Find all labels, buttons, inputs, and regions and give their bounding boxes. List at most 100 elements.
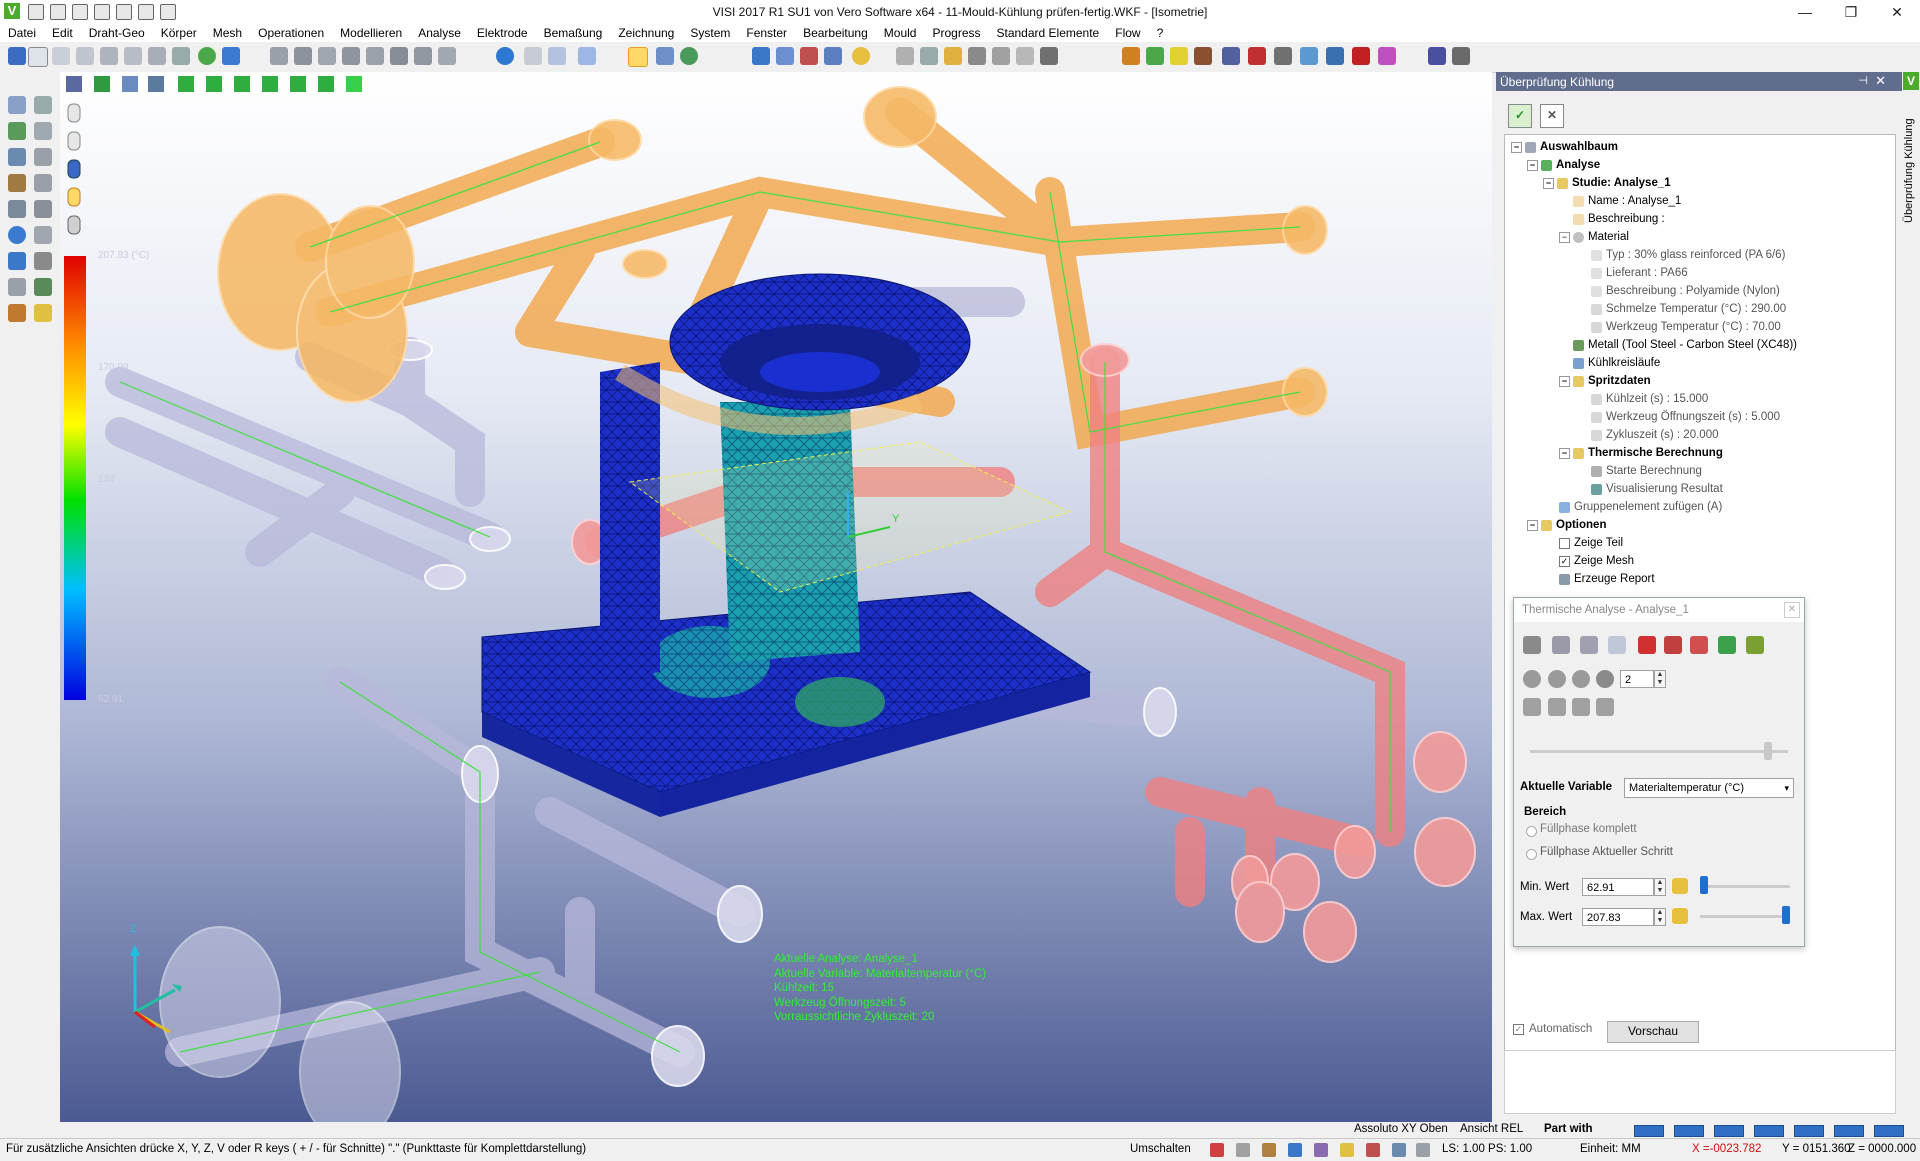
refresh-icon[interactable] bbox=[496, 47, 514, 65]
gradient-icon[interactable] bbox=[1664, 636, 1682, 654]
tree-item-optionen[interactable]: − Optionen bbox=[1527, 517, 1606, 534]
tplug-icon[interactable] bbox=[1352, 47, 1370, 65]
min-spinner[interactable]: ▲ ▼ bbox=[1654, 878, 1666, 896]
time-slider[interactable] bbox=[1530, 750, 1788, 753]
panel-close-button[interactable]: ✕ bbox=[1875, 73, 1886, 89]
zeige-mesh-checkbox[interactable]: ✓ bbox=[1559, 556, 1570, 567]
view-button-2[interactable] bbox=[1674, 1125, 1704, 1137]
delete-icon[interactable] bbox=[172, 47, 190, 65]
step-field[interactable]: 2 bbox=[1620, 670, 1654, 688]
folder-icon[interactable] bbox=[944, 47, 962, 65]
tree-item-beschreibung[interactable]: Beschreibung : bbox=[1573, 211, 1665, 228]
assoluto-label[interactable]: Assoluto XY Oben bbox=[1354, 1123, 1448, 1135]
table-icon[interactable] bbox=[1552, 636, 1570, 654]
pause-icon[interactable] bbox=[1572, 670, 1590, 688]
cylinder3-icon[interactable] bbox=[578, 47, 596, 65]
max-slider[interactable] bbox=[1700, 915, 1790, 918]
restore-button[interactable]: ❐ bbox=[1828, 0, 1874, 24]
analyze-icon[interactable] bbox=[824, 47, 842, 65]
collapse-icon[interactable]: − bbox=[1527, 520, 1538, 531]
max-spinner[interactable]: ▲ ▼ bbox=[1654, 908, 1666, 926]
tree-item-studie[interactable]: − Studie: Analyse_1 bbox=[1543, 175, 1671, 192]
cyl-icon-2[interactable] bbox=[67, 131, 81, 151]
menu-zeichnung[interactable]: Zeichnung bbox=[610, 24, 682, 42]
menu-mesh[interactable]: Mesh bbox=[205, 24, 250, 42]
mould-plate-icon[interactable] bbox=[1146, 47, 1164, 65]
tree-item-name[interactable]: Name : Analyse_1 bbox=[1573, 193, 1681, 210]
stop-icon[interactable] bbox=[1548, 670, 1566, 688]
radio-fuellphase-komplett[interactable] bbox=[1526, 826, 1537, 837]
view-button-3[interactable] bbox=[1714, 1125, 1744, 1137]
view-button-5[interactable] bbox=[1794, 1125, 1824, 1137]
paste-icon[interactable] bbox=[148, 47, 166, 65]
cube-view7-icon[interactable] bbox=[414, 47, 432, 65]
menu-lines-icon[interactable] bbox=[66, 76, 82, 92]
pick-min-icon[interactable] bbox=[1672, 878, 1688, 894]
tree-item-analyse[interactable]: − Analyse bbox=[1527, 157, 1600, 174]
cyl-icon-4[interactable] bbox=[67, 187, 81, 207]
menu-fenster[interactable]: Fenster bbox=[738, 24, 795, 42]
save-icon[interactable] bbox=[76, 47, 94, 65]
rotate-view-icon[interactable] bbox=[1572, 698, 1590, 716]
save-as-icon[interactable] bbox=[100, 47, 118, 65]
tree-item-schmelze-temperatur[interactable]: Schmelze Temperatur (°C) : 290.00 bbox=[1591, 301, 1786, 318]
tree-item-zeige-teil[interactable]: Zeige Teil bbox=[1559, 535, 1623, 552]
view-button-1[interactable] bbox=[1634, 1125, 1664, 1137]
ok-button[interactable]: ✓ bbox=[1508, 104, 1532, 128]
axis-move-icon[interactable] bbox=[1548, 698, 1566, 716]
view-cube4-icon[interactable] bbox=[262, 76, 278, 92]
umschalten-button[interactable]: Umschalten bbox=[1130, 1143, 1191, 1155]
menu-modellieren[interactable]: Modellieren bbox=[332, 24, 410, 42]
view-button-7[interactable] bbox=[1874, 1125, 1904, 1137]
open-icon[interactable] bbox=[52, 47, 70, 65]
automatisch-checkbox[interactable]: ✓ bbox=[1513, 1024, 1524, 1035]
tree-item-thermische-berechnung[interactable]: − Thermische Berechnung bbox=[1559, 445, 1723, 462]
layers2-icon[interactable] bbox=[1016, 47, 1034, 65]
baffle-icon[interactable] bbox=[1378, 47, 1396, 65]
collapse-icon[interactable]: − bbox=[1559, 448, 1570, 459]
menu-standard-elemente[interactable]: Standard Elemente bbox=[989, 24, 1108, 42]
offset-icon[interactable] bbox=[34, 148, 52, 166]
color-status-icon[interactable] bbox=[1340, 1143, 1354, 1157]
eraser-icon[interactable] bbox=[34, 174, 52, 192]
pen-icon[interactable] bbox=[8, 174, 26, 192]
dimension-icon[interactable] bbox=[34, 252, 52, 270]
cube-view6-icon[interactable] bbox=[390, 47, 408, 65]
cylinder-active-icon[interactable] bbox=[628, 47, 648, 67]
tree-item-werkzeug-temperatur[interactable]: Werkzeug Temperatur (°C) : 70.00 bbox=[1591, 319, 1781, 336]
snap-icon[interactable] bbox=[1210, 1143, 1224, 1157]
tree-item-starte-berechnung[interactable]: Starte Berechnung bbox=[1591, 463, 1702, 480]
view-cube6-icon[interactable] bbox=[318, 76, 334, 92]
menu-edit[interactable]: Edit bbox=[44, 24, 81, 42]
shade-icon[interactable] bbox=[122, 76, 138, 92]
style-status-icon[interactable] bbox=[1366, 1143, 1380, 1157]
menu-koerper[interactable]: Körper bbox=[153, 24, 205, 42]
view-cube2-icon[interactable] bbox=[206, 76, 222, 92]
scale-icon[interactable] bbox=[8, 148, 26, 166]
radio-fuellphase-schritt[interactable] bbox=[1526, 849, 1537, 860]
info-icon[interactable] bbox=[852, 47, 870, 65]
tools-icon[interactable] bbox=[1452, 47, 1470, 65]
table-status-icon[interactable] bbox=[1416, 1143, 1430, 1157]
ortho-icon[interactable] bbox=[1236, 1143, 1250, 1157]
min-value-field[interactable]: 62.91 bbox=[1582, 878, 1654, 896]
arc-icon[interactable] bbox=[34, 122, 52, 140]
cylinder2-icon[interactable] bbox=[548, 47, 566, 65]
cube-view-icon[interactable] bbox=[270, 47, 288, 65]
slider-icon[interactable] bbox=[1194, 47, 1212, 65]
menu-bemassung[interactable]: Bemaßung bbox=[536, 24, 611, 42]
view-cube3-icon[interactable] bbox=[234, 76, 250, 92]
tree-item-material-beschreibung[interactable]: Beschreibung : Polyamide (Nylon) bbox=[1591, 283, 1780, 300]
ejector-icon[interactable] bbox=[1248, 47, 1266, 65]
mould-box-icon[interactable] bbox=[1122, 47, 1140, 65]
menu-progress[interactable]: Progress bbox=[924, 24, 988, 42]
tree-item-erzeuge-report[interactable]: Erzeuge Report bbox=[1559, 571, 1655, 588]
variable-select[interactable]: Materialtemperatur (°C) ▾ bbox=[1624, 778, 1794, 798]
step-spinner[interactable]: ▲ ▼ bbox=[1654, 670, 1666, 688]
cyl-icon-3[interactable] bbox=[67, 159, 81, 179]
hose-icon[interactable] bbox=[1326, 47, 1344, 65]
extend-icon[interactable] bbox=[34, 200, 52, 218]
cancel-button[interactable]: ✕ bbox=[1540, 104, 1564, 128]
menu-analyse[interactable]: Analyse bbox=[410, 24, 469, 42]
min-slider-thumb[interactable] bbox=[1700, 876, 1708, 894]
